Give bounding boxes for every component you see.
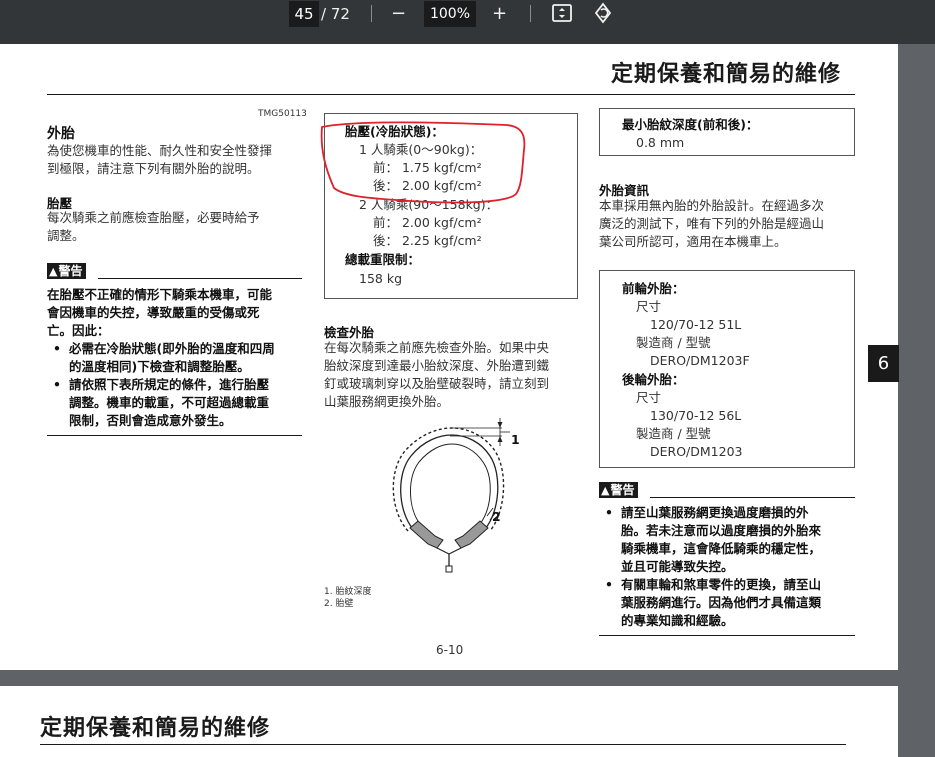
fit-page-icon[interactable] [551,3,573,27]
list-item: 請至山葉服務網更換過度磨損的外 胎。若未注意而以過度磨損的外胎來 騎乘機車，這會… [599,504,864,576]
load-limit-title: 總載重限制： [345,252,421,267]
warning-triangle-icon: ▲ [49,265,58,278]
text-line: 會因機車的失控，導致嚴重的受傷或死 [47,305,260,320]
caption-line: 2. 胎壁 [324,599,354,609]
load-limit-value: 158 kg [359,271,403,286]
text-line: 在胎壓不正確的情形下騎乘本機車，可能 [47,287,273,302]
text-line: 調整。 [47,228,85,243]
warning-label: 警告 [610,483,635,497]
text-line: 亡。因此： [47,323,110,338]
tire-intro: 為使您機車的性能、耐久性和安全性發揮 到極限，請注意下列有關外胎的說明。 [47,142,272,178]
zoom-in-button[interactable]: + [492,1,507,27]
warning-label: 警告 [58,264,83,278]
warning-bottom-rule [599,635,855,636]
pressure-text: 每次騎乘之前應檢查胎壓，必要時給予 調整。 [47,209,260,245]
red-annotation-circle [320,121,526,204]
list-item: 必需在冷胎狀態(即外胎的溫度和四周 的溫度相同)下檢查和調整胎壓。 [47,340,307,376]
text-line: 葉公司所認可，適用在本機車上。 [599,234,787,249]
warning-bottom-rule [47,435,302,436]
front-maker-label: 製造商 / 型號 [636,335,711,350]
text-line: 山葉服務網更換外胎。 [324,394,450,409]
diagram-captions: 1. 胎紋深度 2. 胎壁 [324,586,371,610]
text-line: 限制，否則會造成意外發生。 [69,413,232,428]
warning-triangle-icon: ▲ [601,484,610,497]
list-item: 請依照下表所規定的條件，進行胎壓 調整。機車的載重，不可超過總載重 限制，否則會… [47,376,307,430]
two-rider-rear: 後： 2.25 kgf/cm² [373,233,482,248]
pdf-page: 定期保養和簡易的維修 TMG50113 外胎 為使您機車的性能、耐久性和安全性發… [0,44,898,670]
front-size-value: 120/70-12 51L [650,317,742,332]
text-line: 葉服務網進行。因為他們才具備這類 [621,595,822,610]
text-line: 在每次騎乘之前應先檢查外胎。如果中央 [324,340,550,355]
rear-tire-title: 後輪外胎： [622,372,685,387]
warning-badge: ▲警告 [47,263,87,279]
warning-text: 在胎壓不正確的情形下騎乘本機車，可能 會因機車的失控，導致嚴重的受傷或死 亡。因… [47,286,272,340]
tread-depth-value: 0.8 mm [636,135,685,150]
callout-1: 1 [511,432,520,447]
text-line: 的專業知識和經驗。 [621,613,734,628]
text-line: 到極限，請注意下列有關外胎的說明。 [47,161,260,176]
warning-rule [650,497,855,498]
front-size-label: 尺寸 [636,299,662,314]
tire-spec-box: 前輪外胎： 尺寸 120/70-12 51L 製造商 / 型號 DERO/DM1… [599,270,855,468]
text-line: 並且可能導致失控。 [621,559,734,574]
text-line: 請至山葉服務網更換過度磨損的外 [621,505,809,520]
text-line: 胎。若未注意而以過度磨損的外胎來 [621,523,822,538]
chapter-title: 定期保養和簡易的維修 [40,716,271,741]
inspect-text: 在每次騎乘之前應先檢查外胎。如果中央 胎紋深度到達最小胎紋深度、外胎遭到鐵 釘或… [324,339,549,411]
warning-bullets: 必需在冷胎狀態(即外胎的溫度和四周 的溫度相同)下檢查和調整胎壓。 請依照下表所… [47,340,307,430]
two-rider-front: 前： 2.00 kgf/cm² [373,215,482,230]
caption-line: 1. 胎紋深度 [324,587,372,597]
header-rule [47,94,855,95]
page-number-input[interactable]: 45 [289,1,319,27]
rear-model-value: DERO/DM1203 [650,444,743,459]
doc-code: TMG50113 [258,109,307,119]
pdf-toolbar: 45 / 72 − 100% + [0,0,935,44]
warning-bullets: 請至山葉服務網更換過度磨損的外 胎。若未注意而以過度磨損的外胎來 騎乘機車，這會… [599,504,864,630]
text-line: 廣泛的測試下，唯有下列的外胎是經過山 [599,216,825,231]
tire-info-text: 本車採用無內胎的外胎設計。在經過多次 廣泛的測試下，唯有下列的外胎是經過山 葉公… [599,197,824,251]
text-line: 必需在冷胎狀態(即外胎的溫度和四周 [69,341,275,356]
zoom-out-button[interactable]: − [391,1,406,27]
warning-rule [98,278,302,279]
rear-maker-label: 製造商 / 型號 [636,426,711,441]
page-total: / 72 [321,5,350,23]
text-line: 的溫度相同)下檢查和調整胎壓。 [69,359,250,374]
rotate-icon[interactable] [592,2,614,28]
text-line: 胎紋深度到達最小胎紋深度、外胎遭到鐵 [324,358,550,373]
header-rule [40,744,846,745]
text-line: 為使您機車的性能、耐久性和安全性發揮 [47,143,273,158]
chapter-tab: 6 [868,345,899,382]
callout-2: 2 [492,509,501,524]
text-line: 釘或玻璃刺穿以及胎壁破裂時，請立刻到 [324,376,550,391]
toolbar-divider [530,5,531,22]
text-line: 有關車輪和煞車零件的更換，請至山 [621,577,822,592]
text-line: 請依照下表所規定的條件，進行胎壓 [69,377,270,392]
zoom-level-input[interactable]: 100% [424,1,476,27]
warning-badge: ▲警告 [599,482,639,498]
text-line: 調整。機車的載重，不可超過總載重 [69,395,270,410]
rear-size-label: 尺寸 [636,390,662,405]
tire-heading: 外胎 [47,126,75,142]
text-line: 每次騎乘之前應檢查胎壓，必要時給予 [47,210,260,225]
text-line: 本車採用無內胎的外胎設計。在經過多次 [599,198,825,213]
front-tire-title: 前輪外胎： [622,281,685,296]
page-number: 6-10 [436,643,464,657]
rear-size-value: 130/70-12 56L [650,408,742,423]
chapter-title: 定期保養和簡易的維修 [611,62,842,87]
pdf-page-next: 定期保養和簡易的維修 [0,686,898,757]
tread-depth-box: 最小胎紋深度(前和後)： 0.8 mm [599,108,855,156]
front-model-value: DERO/DM1203F [650,353,750,368]
toolbar-divider [371,5,372,22]
tire-diagram [392,418,510,573]
tread-depth-title: 最小胎紋深度(前和後)： [622,117,759,132]
text-line: 騎乘機車，這會降低騎乘的穩定性， [621,541,822,556]
list-item: 有關車輪和煞車零件的更換，請至山 葉服務網進行。因為他們才具備這類 的專業知識和… [599,576,864,630]
